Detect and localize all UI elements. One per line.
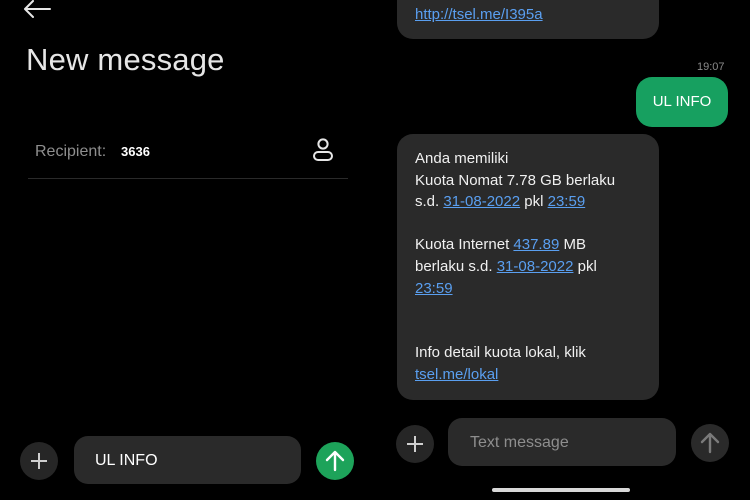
message-input-placeholder: Text message — [470, 434, 569, 451]
received-message-bubble: Anda memiliki Kuota Nomat 7.78 GB berlak… — [397, 134, 659, 400]
arrow-up-icon — [325, 450, 345, 472]
message-text: berlaku s.d. — [415, 257, 493, 275]
message-line: tsel.me/lokal — [415, 364, 651, 386]
message-input-value: UL INFO — [95, 452, 158, 469]
arrow-up-icon — [700, 432, 720, 454]
date-link[interactable]: 31-08-2022 — [497, 258, 574, 275]
message-timestamp: 19:07 — [697, 61, 725, 73]
sent-message-text: UL INFO — [652, 93, 712, 110]
message-line: s.d. 31-08-2022 pkl 23:59 — [415, 191, 651, 213]
received-message-bubble: http://tsel.me/I395a — [397, 0, 659, 39]
message-line: berlaku s.d. 31-08-2022 pkl — [415, 256, 651, 278]
message-input[interactable]: Text message — [448, 418, 676, 466]
message-link[interactable]: http://tsel.me/I395a — [415, 6, 543, 23]
attach-button[interactable] — [396, 425, 434, 463]
message-text: Kuota Internet — [415, 236, 510, 254]
message-link[interactable]: tsel.me/lokal — [415, 366, 498, 383]
arrow-left-icon — [24, 0, 51, 18]
recipient-value[interactable]: 3636 — [121, 144, 150, 159]
attach-button[interactable] — [20, 442, 58, 480]
message-line: 23:59 — [415, 278, 651, 300]
message-line: Kuota Internet 437.89 MB — [415, 234, 651, 256]
page-title: New message — [26, 42, 225, 77]
message-text: pkl — [524, 193, 544, 211]
message-line: Anda memiliki — [415, 150, 509, 167]
plus-icon — [31, 453, 47, 469]
number-link[interactable]: 437.89 — [513, 236, 559, 253]
time-link[interactable]: 23:59 — [548, 193, 586, 210]
contact-picker-button[interactable] — [312, 138, 334, 162]
send-button[interactable] — [691, 424, 729, 462]
message-line: Info detail kuota lokal, klik — [415, 344, 586, 362]
message-text: s.d. — [415, 193, 440, 211]
time-link[interactable]: 23:59 — [415, 280, 453, 297]
recipient-label: Recipient: — [35, 143, 107, 160]
message-input[interactable]: UL INFO — [74, 436, 301, 484]
message-line: Kuota Nomat 7.78 GB berlaku — [415, 171, 616, 189]
message-text: pkl — [577, 257, 597, 275]
date-link[interactable]: 31-08-2022 — [443, 193, 520, 210]
sent-message-bubble[interactable]: UL INFO — [636, 77, 728, 127]
recipient-field[interactable]: Recipient: 3636 — [28, 126, 348, 179]
received-message-text: Anda memiliki Kuota Nomat 7.78 GB berlak… — [415, 148, 651, 386]
back-button[interactable] — [22, 0, 52, 18]
send-button[interactable] — [316, 442, 354, 480]
home-indicator[interactable] — [492, 488, 630, 492]
message-text: MB — [563, 236, 586, 254]
person-icon — [313, 138, 333, 161]
plus-icon — [407, 436, 423, 452]
